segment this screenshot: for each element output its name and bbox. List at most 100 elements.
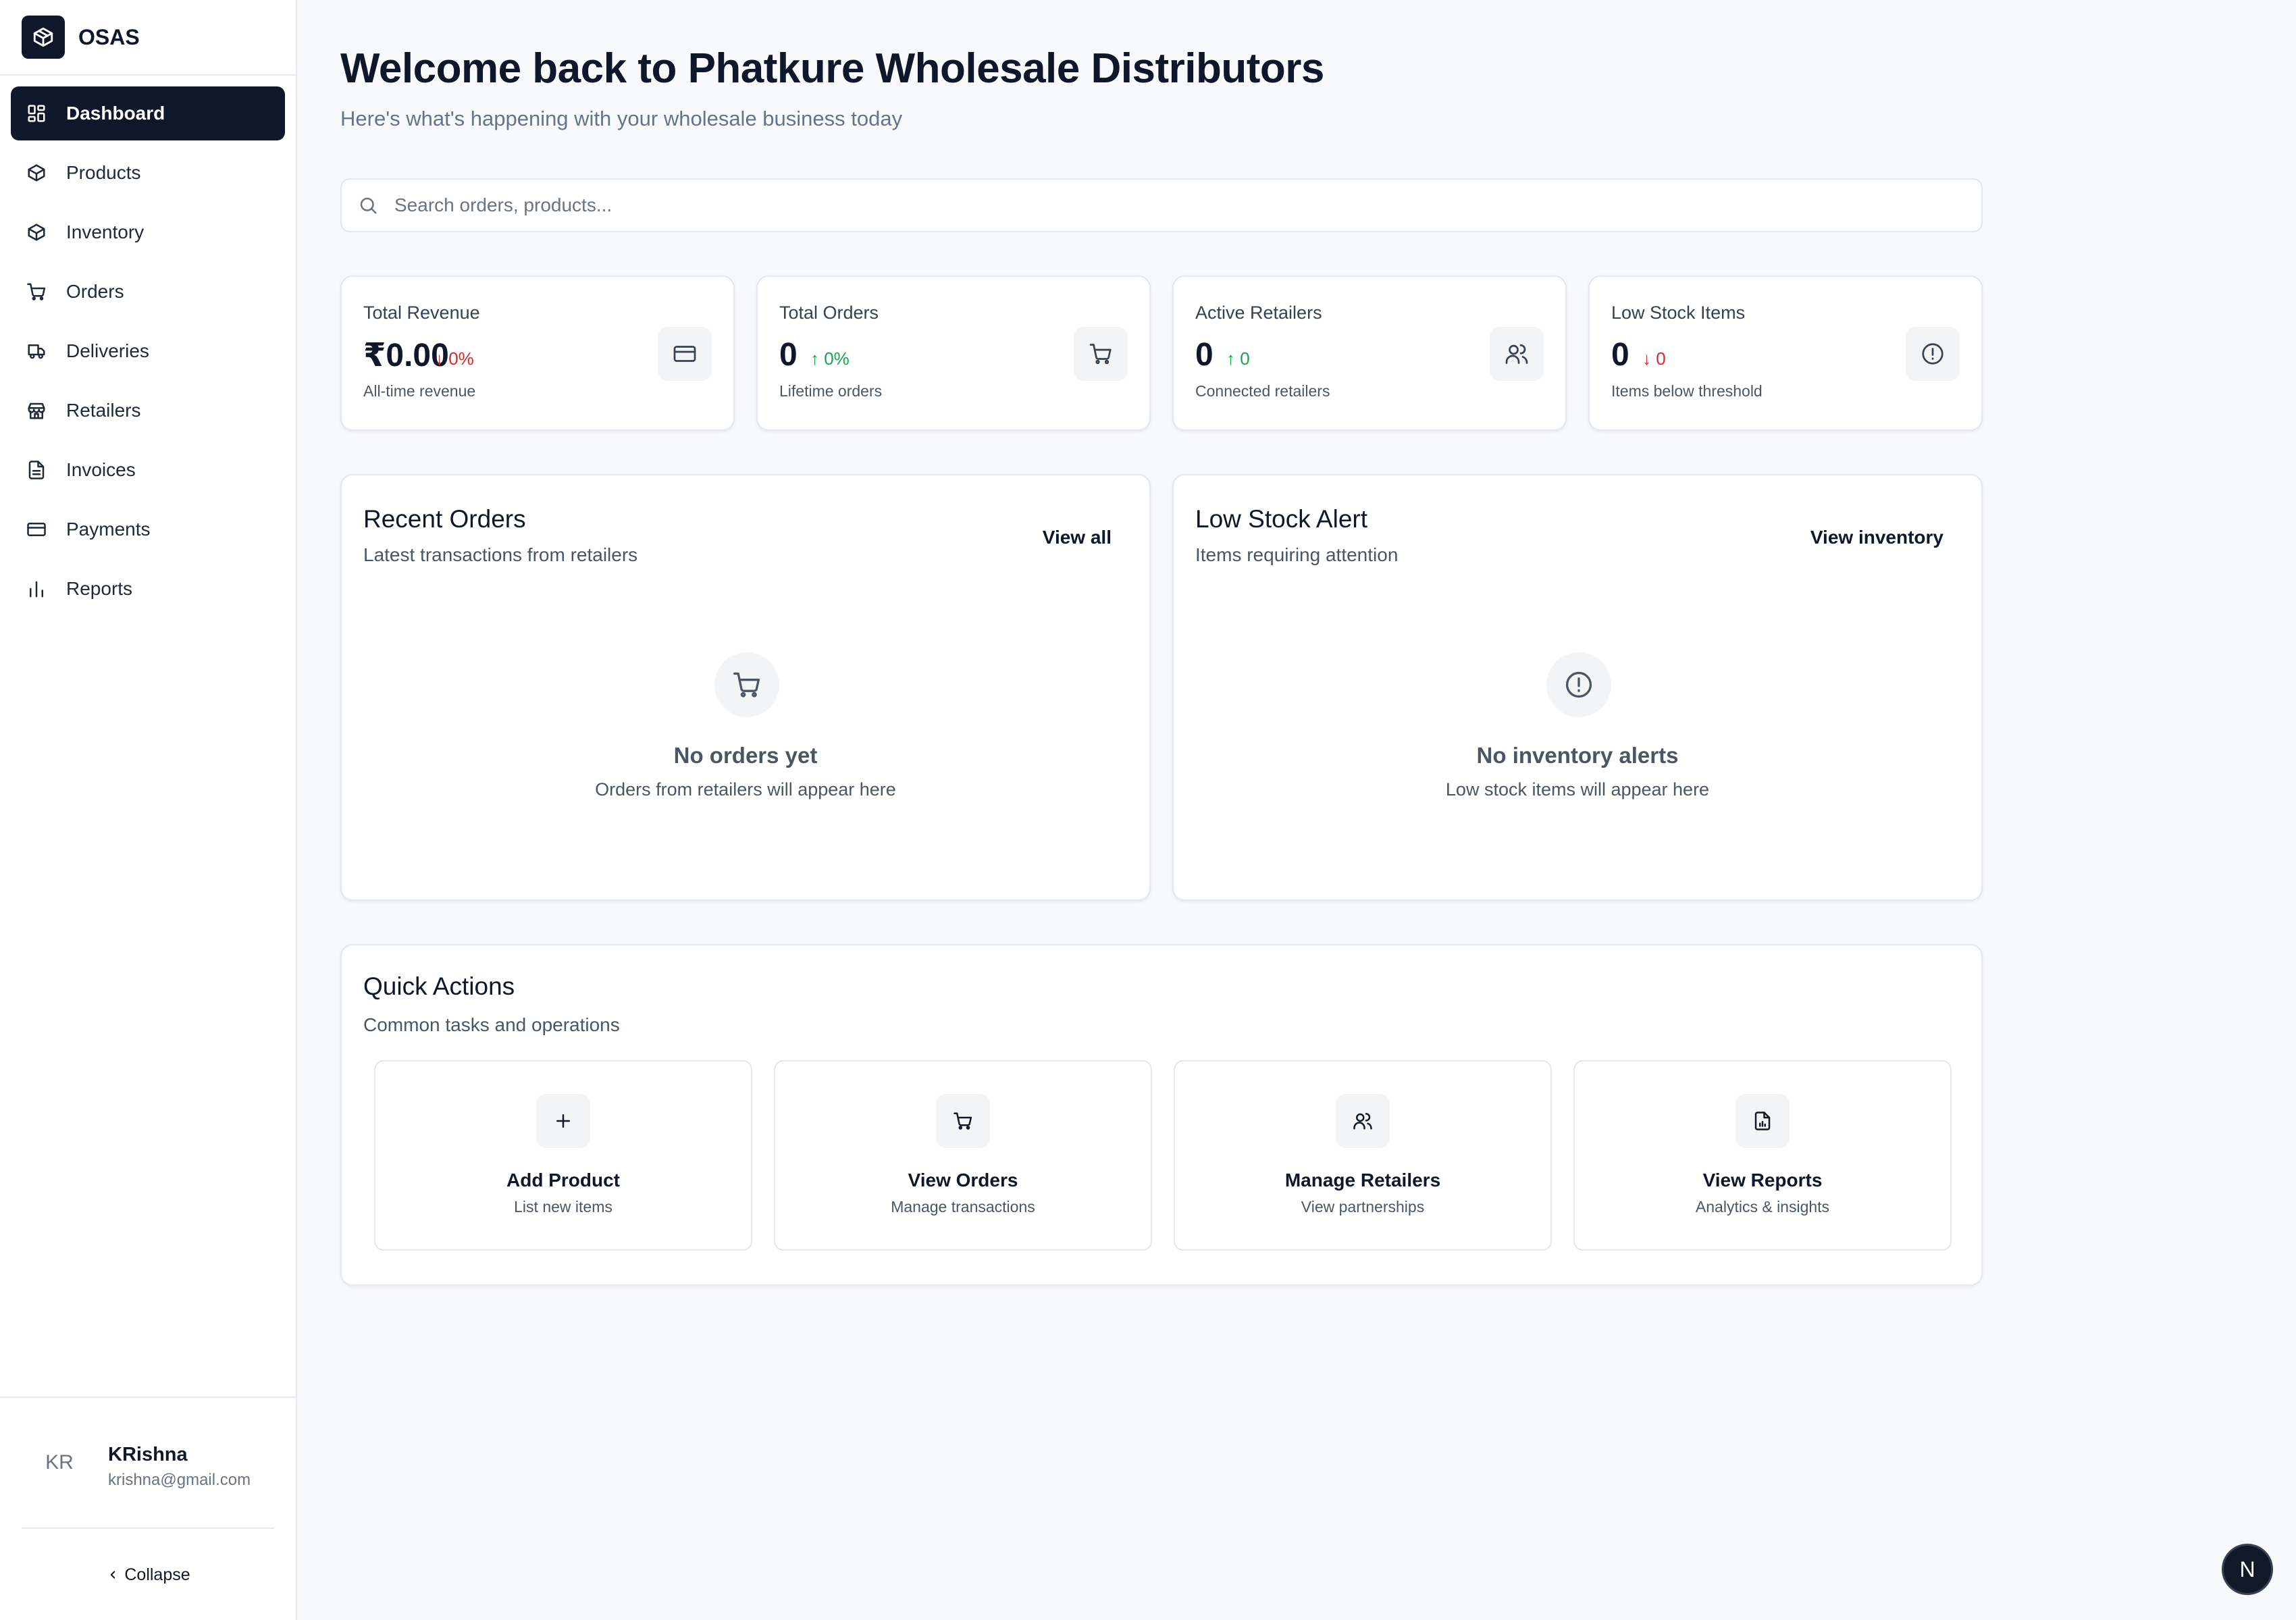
manage-retailers-button[interactable]: Manage Retailers View partnerships — [1174, 1060, 1552, 1251]
dev-tools-badge[interactable]: N — [2222, 1544, 2273, 1595]
search-icon — [358, 195, 378, 215]
quick-actions-panel: Quick Actions Common tasks and operation… — [340, 944, 1983, 1286]
sidebar-item-dashboard[interactable]: Dashboard — [11, 86, 285, 140]
plus-icon — [536, 1094, 590, 1148]
sidebar-item-label: Inventory — [66, 221, 145, 242]
stat-change: ↑ 0% — [810, 348, 850, 369]
sidebar: OSAS Dashboard Products Inventory Orders — [0, 0, 297, 1620]
stat-description: Items below threshold — [1611, 382, 1763, 400]
quick-action-title: View Orders — [908, 1170, 1018, 1191]
view-orders-button[interactable]: View Orders Manage transactions — [774, 1060, 1152, 1251]
shopping-cart-icon — [714, 652, 779, 717]
sidebar-item-label: Products — [66, 162, 141, 183]
stat-description: Lifetime orders — [779, 382, 883, 400]
panel-title: Quick Actions — [363, 972, 515, 1000]
recent-orders-panel: Recent Orders Latest transactions from r… — [340, 474, 1151, 901]
empty-state-title: No orders yet — [673, 743, 818, 768]
stat-card-active-retailers: Active Retailers 0 ↑ 0 Connected retaile… — [1172, 276, 1567, 431]
divider — [22, 1527, 274, 1529]
sidebar-item-inventory[interactable]: Inventory — [11, 205, 285, 259]
brand[interactable]: OSAS — [0, 0, 296, 76]
chevron-left-icon — [107, 1567, 119, 1582]
sidebar-item-label: Reports — [66, 578, 133, 599]
stat-title: Active Retailers — [1195, 303, 1322, 323]
file-text-icon — [26, 459, 47, 481]
stat-value: 0 — [779, 337, 798, 373]
panel-subtitle: Common tasks and operations — [363, 1014, 620, 1035]
sidebar-item-label: Retailers — [66, 400, 141, 421]
brand-name: OSAS — [78, 24, 140, 49]
package-logo-icon — [22, 16, 65, 59]
shopping-cart-icon — [1074, 327, 1128, 381]
shopping-cart-icon — [26, 281, 47, 303]
search-input[interactable] — [394, 194, 1880, 216]
file-chart-icon — [1736, 1094, 1790, 1148]
user-name: KRishna — [108, 1444, 188, 1465]
quick-action-subtitle: Analytics & insights — [1695, 1198, 1830, 1216]
stat-card-total-orders: Total Orders 0 ↑ 0% Lifetime orders — [756, 276, 1151, 431]
view-inventory-link[interactable]: View inventory — [1810, 527, 1943, 548]
quick-action-subtitle: View partnerships — [1301, 1198, 1425, 1216]
quick-action-title: Manage Retailers — [1284, 1170, 1441, 1191]
quick-action-subtitle: Manage transactions — [891, 1198, 1035, 1216]
sidebar-item-products[interactable]: Products — [11, 146, 285, 200]
layout-dashboard-icon — [26, 103, 47, 124]
sidebar-item-orders[interactable]: Orders — [11, 265, 285, 319]
shopping-cart-icon — [936, 1094, 990, 1148]
credit-card-icon — [26, 519, 47, 540]
low-stock-panel: Low Stock Alert Items requiring attentio… — [1172, 474, 1983, 901]
page-subtitle: Here's what's happening with your wholes… — [340, 107, 903, 130]
view-all-orders-link[interactable]: View all — [1043, 527, 1112, 548]
stat-title: Total Orders — [779, 303, 879, 323]
stat-description: All-time revenue — [363, 382, 476, 400]
user-email: krishna@gmail.com — [108, 1471, 251, 1489]
alert-circle-icon — [1906, 327, 1960, 381]
store-icon — [26, 400, 47, 421]
sidebar-item-label: Orders — [66, 281, 124, 302]
stat-change: ↓ 0 — [1642, 348, 1666, 369]
collapse-button[interactable]: Collapse — [0, 1559, 297, 1591]
sidebar-item-label: Dashboard — [66, 103, 165, 124]
sidebar-item-retailers[interactable]: Retailers — [11, 384, 285, 438]
stat-description: Connected retailers — [1195, 382, 1330, 400]
alert-circle-icon — [1546, 652, 1611, 717]
avatar: KR — [32, 1436, 86, 1490]
sidebar-item-label: Deliveries — [66, 340, 149, 361]
bar-chart-icon — [26, 578, 47, 600]
stat-change: ↑ 0 — [1226, 348, 1250, 369]
panel-subtitle: Latest transactions from retailers — [363, 544, 638, 565]
sidebar-item-payments[interactable]: Payments — [11, 502, 285, 556]
sidebar-item-invoices[interactable]: Invoices — [11, 443, 285, 497]
user-profile[interactable]: KR KRishna krishna@gmail.com — [0, 1396, 296, 1532]
panel-title: Recent Orders — [363, 505, 526, 533]
panel-subtitle: Items requiring attention — [1195, 544, 1399, 565]
stat-card-total-revenue: Total Revenue ₹0.00 ↓ 0% All-time revenu… — [340, 276, 735, 431]
stat-change: ↓ 0% — [435, 348, 474, 369]
page-title: Welcome back to Phatkure Wholesale Distr… — [340, 45, 1324, 92]
stat-title: Total Revenue — [363, 303, 480, 323]
credit-card-icon — [658, 327, 712, 381]
sidebar-item-reports[interactable]: Reports — [11, 562, 285, 616]
sidebar-item-deliveries[interactable]: Deliveries — [11, 324, 285, 378]
stat-value: 0 — [1611, 337, 1629, 373]
quick-action-title: Add Product — [506, 1170, 620, 1191]
quick-action-subtitle: List new items — [514, 1198, 612, 1216]
users-icon — [1490, 327, 1544, 381]
stat-title: Low Stock Items — [1611, 303, 1746, 323]
stat-card-low-stock: Low Stock Items 0 ↓ 0 Items below thresh… — [1588, 276, 1983, 431]
truck-icon — [26, 340, 47, 362]
sidebar-item-label: Payments — [66, 519, 151, 540]
quick-action-title: View Reports — [1702, 1170, 1823, 1191]
package-icon — [26, 162, 47, 184]
sidebar-nav: Dashboard Products Inventory Orders Deli… — [0, 76, 296, 616]
empty-state-subtitle: Orders from retailers will appear here — [595, 779, 896, 800]
view-reports-button[interactable]: View Reports Analytics & insights — [1573, 1060, 1952, 1251]
collapse-label: Collapse — [124, 1565, 190, 1584]
sidebar-item-label: Invoices — [66, 459, 136, 480]
stat-value: 0 — [1195, 337, 1214, 373]
search-bar[interactable] — [340, 178, 1983, 232]
panel-title: Low Stock Alert — [1195, 505, 1368, 533]
empty-state-subtitle: Low stock items will appear here — [1445, 779, 1710, 800]
users-icon — [1336, 1094, 1390, 1148]
add-product-button[interactable]: Add Product List new items — [374, 1060, 752, 1251]
